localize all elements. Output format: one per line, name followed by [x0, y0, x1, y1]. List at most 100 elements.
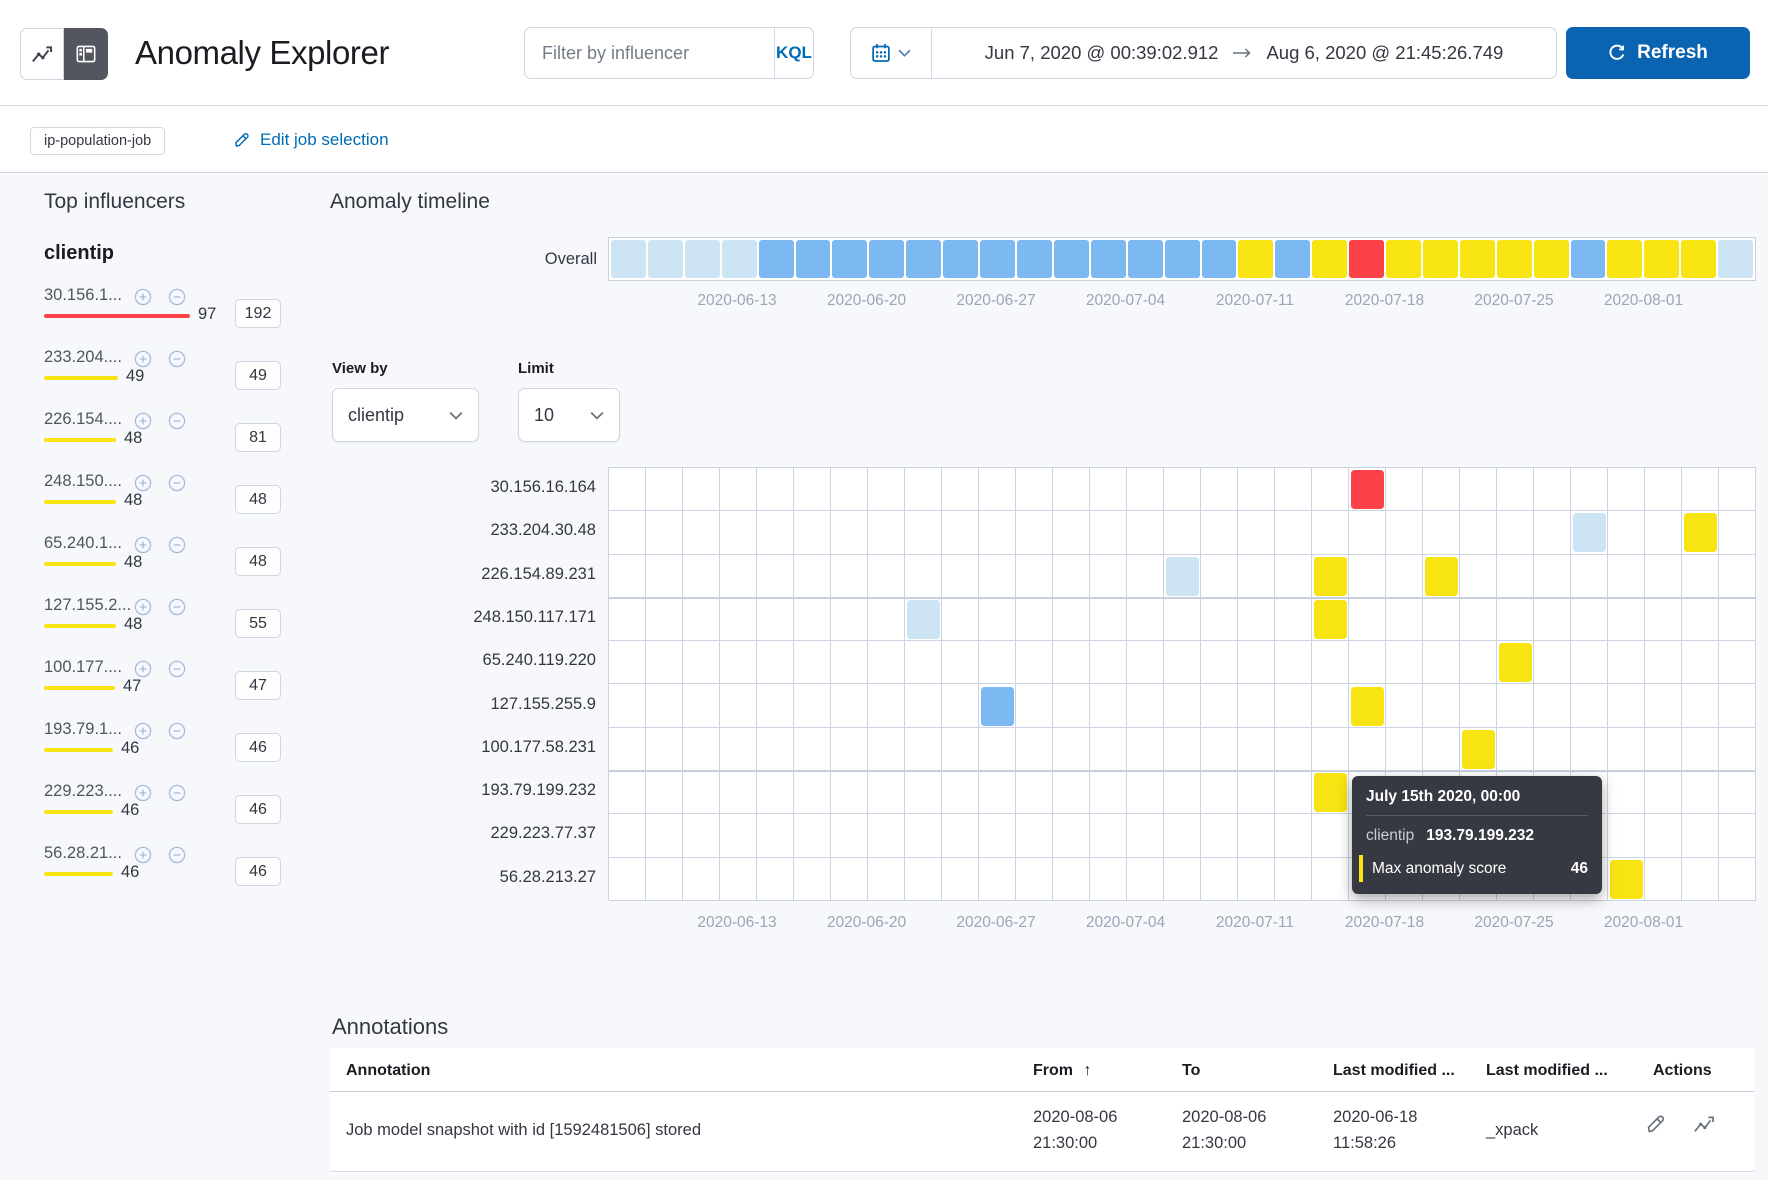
overall-swimlane-cell-warning[interactable] [1128, 240, 1163, 278]
filter-for-value-icon[interactable] [134, 412, 152, 430]
influencer-doc-count-badge: 47 [235, 671, 281, 700]
overall-swimlane-cell-warning[interactable] [832, 240, 867, 278]
anomaly-cell-minor[interactable] [1314, 557, 1347, 596]
edit-job-selection-link[interactable]: Edit job selection [233, 130, 389, 150]
anomaly-cell-minor[interactable] [1499, 643, 1532, 682]
influencer-value[interactable]: 193.79.1... [44, 720, 122, 739]
filter-for-value-icon[interactable] [134, 288, 152, 306]
column-header-from[interactable]: From ↑ [1033, 1062, 1091, 1080]
overall-swimlane-cell-low[interactable] [1718, 240, 1753, 278]
influencer-value[interactable]: 229.223.... [44, 782, 122, 801]
filter-out-value-icon[interactable] [168, 722, 186, 740]
overall-swimlane-cell-warning[interactable] [1091, 240, 1126, 278]
overall-swimlane-cell-minor[interactable] [1386, 240, 1421, 278]
overall-swimlane-cell-minor[interactable] [1460, 240, 1495, 278]
overall-swimlane-cell-low[interactable] [611, 240, 646, 278]
filter-by-influencer-input[interactable] [525, 28, 774, 78]
anomaly-explorer-button[interactable] [64, 28, 108, 80]
overall-swimlane-cell-warning[interactable] [1017, 240, 1052, 278]
refresh-button[interactable]: Refresh [1566, 27, 1750, 79]
overall-swimlane-cell-warning[interactable] [796, 240, 831, 278]
anomaly-cell-low[interactable] [907, 600, 940, 639]
filter-for-value-icon[interactable] [134, 784, 152, 802]
filter-out-value-icon[interactable] [168, 412, 186, 430]
swimlane-cell [1719, 468, 1756, 511]
anomaly-cell-low[interactable] [1573, 513, 1606, 552]
filter-out-value-icon[interactable] [168, 474, 186, 492]
overall-swimlane-cell-minor[interactable] [1423, 240, 1458, 278]
influencer-value[interactable]: 127.155.2... [44, 596, 131, 615]
anomaly-cell-minor[interactable] [1314, 773, 1347, 812]
overall-swimlane-cell-low[interactable] [685, 240, 720, 278]
overall-swimlane[interactable] [608, 237, 1756, 281]
overall-swimlane-cell-minor[interactable] [1644, 240, 1679, 278]
swimlane-cell [979, 641, 1016, 684]
filter-for-value-icon[interactable] [134, 474, 152, 492]
date-range-start[interactable]: Jun 7, 2020 @ 00:39:02.912 [985, 42, 1219, 64]
filter-for-value-icon[interactable] [134, 660, 152, 678]
influencer-value[interactable]: 56.28.21... [44, 844, 122, 863]
filter-for-value-icon[interactable] [134, 846, 152, 864]
overall-swimlane-cell-minor[interactable] [1681, 240, 1716, 278]
influencer-value[interactable]: 233.204.... [44, 348, 122, 367]
column-header-last-modified-by[interactable]: Last modified ... [1486, 1062, 1608, 1080]
overall-swimlane-cell-warning[interactable] [1202, 240, 1237, 278]
anomaly-cell-warning[interactable] [981, 687, 1014, 726]
edit-annotation-icon[interactable] [1645, 1113, 1667, 1135]
filter-for-value-icon[interactable] [134, 598, 152, 616]
influencer-value[interactable]: 226.154.... [44, 410, 122, 429]
column-header-last-modified-date[interactable]: Last modified ... [1333, 1062, 1455, 1080]
overall-swimlane-cell-warning[interactable] [943, 240, 978, 278]
overall-swimlane-cell-warning[interactable] [1054, 240, 1089, 278]
filter-out-value-icon[interactable] [168, 846, 186, 864]
overall-swimlane-cell-minor[interactable] [1534, 240, 1569, 278]
influencer-value[interactable]: 30.156.1... [44, 286, 122, 305]
limit-select[interactable]: 10 [518, 388, 620, 442]
filter-out-value-icon[interactable] [168, 660, 186, 678]
anomaly-cell-minor[interactable] [1351, 687, 1384, 726]
influencer-value[interactable]: 100.177.... [44, 658, 122, 677]
overall-swimlane-cell-warning[interactable] [869, 240, 904, 278]
filter-out-value-icon[interactable] [168, 350, 186, 368]
filter-out-value-icon[interactable] [168, 598, 186, 616]
overall-swimlane-cell-minor[interactable] [1607, 240, 1642, 278]
column-header-to[interactable]: To [1182, 1062, 1200, 1080]
overall-swimlane-cell-minor[interactable] [1238, 240, 1273, 278]
date-range-end[interactable]: Aug 6, 2020 @ 21:45:26.749 [1266, 42, 1503, 64]
overall-swimlane-cell-low[interactable] [722, 240, 757, 278]
kql-syntax-button[interactable]: KQL [774, 28, 813, 78]
overall-swimlane-cell-low[interactable] [648, 240, 683, 278]
filter-out-value-icon[interactable] [168, 536, 186, 554]
overall-swimlane-cell-warning[interactable] [1275, 240, 1310, 278]
anomaly-cell-low[interactable] [1166, 557, 1199, 596]
overall-swimlane-cell-critical[interactable] [1349, 240, 1384, 278]
overall-swimlane-cell-warning[interactable] [759, 240, 794, 278]
swimlane-cell [683, 641, 720, 684]
single-metric-viewer-button[interactable] [20, 28, 64, 80]
overall-swimlane-cell-minor[interactable] [1312, 240, 1347, 278]
filter-for-value-icon[interactable] [134, 722, 152, 740]
date-picker-quick-menu[interactable] [851, 28, 932, 78]
anomaly-cell-minor[interactable] [1684, 513, 1717, 552]
column-header-annotation[interactable]: Annotation [346, 1062, 430, 1080]
influencer-value[interactable]: 65.240.1... [44, 534, 122, 553]
view-by-select[interactable]: clientip [332, 388, 479, 442]
filter-for-value-icon[interactable] [134, 536, 152, 554]
overall-swimlane-cell-warning[interactable] [906, 240, 941, 278]
overall-swimlane-cell-warning[interactable] [1571, 240, 1606, 278]
influencer-value[interactable]: 248.150.... [44, 472, 122, 491]
filter-out-value-icon[interactable] [168, 288, 186, 306]
influencer-score-bar [44, 500, 116, 504]
anomaly-cell-minor[interactable] [1425, 557, 1458, 596]
anomaly-cell-minor[interactable] [1462, 730, 1495, 769]
filter-for-value-icon[interactable] [134, 350, 152, 368]
overall-swimlane-cell-warning[interactable] [980, 240, 1015, 278]
overall-swimlane-cell-minor[interactable] [1497, 240, 1532, 278]
anomaly-cell-critical[interactable] [1351, 470, 1384, 509]
overall-swimlane-cell-warning[interactable] [1165, 240, 1200, 278]
anomaly-cell-minor[interactable] [1314, 600, 1347, 639]
filter-out-value-icon[interactable] [168, 784, 186, 802]
swimlane-cell [609, 468, 646, 511]
open-in-single-metric-viewer-icon[interactable] [1693, 1113, 1715, 1135]
anomaly-cell-minor[interactable] [1610, 860, 1643, 899]
